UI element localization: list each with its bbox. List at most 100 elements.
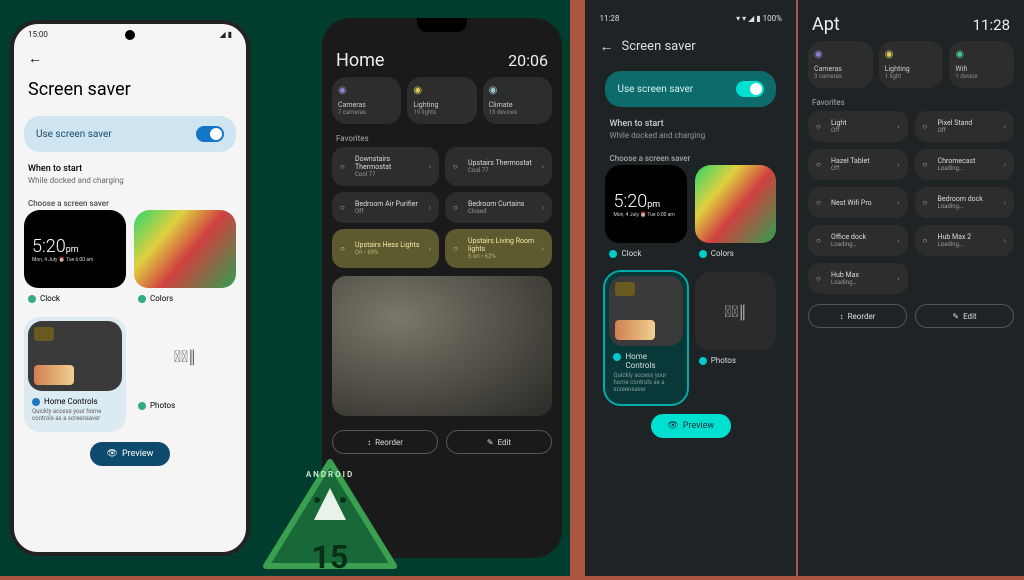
choose-label: Choose a screen saver bbox=[14, 193, 246, 210]
preview-button[interactable]: 👁Preview bbox=[90, 442, 170, 466]
chevron-right-icon: › bbox=[429, 244, 431, 253]
favorites-label: Favorites bbox=[808, 88, 1014, 111]
device-icon: ○ bbox=[923, 122, 933, 131]
device-icon: ○ bbox=[923, 160, 933, 169]
chevron-right-icon: › bbox=[1004, 198, 1006, 207]
device-tile[interactable]: ○Hub Max 2Loading…› bbox=[915, 225, 1014, 256]
tile-photos[interactable]: ▭⃞∥ Photos bbox=[695, 272, 776, 404]
category-icon: ◉ bbox=[814, 49, 867, 63]
reorder-button[interactable]: ↕Reorder bbox=[808, 304, 907, 328]
device-tile[interactable]: ○LightOff› bbox=[808, 111, 907, 142]
tile-clock[interactable]: 5:20pmMon, 4 July ⏰ Tue 6:00 am Clock bbox=[605, 165, 686, 264]
pencil-icon: ✎ bbox=[952, 312, 959, 321]
device-icon: ○ bbox=[453, 244, 463, 253]
chevron-right-icon: › bbox=[897, 160, 899, 169]
reorder-icon: ↕ bbox=[367, 438, 371, 447]
device-icon: ○ bbox=[340, 162, 350, 171]
device-tile[interactable]: ○Pixel StandOff› bbox=[915, 111, 1014, 142]
chevron-right-icon: › bbox=[542, 203, 544, 212]
chevron-right-icon: › bbox=[429, 162, 431, 171]
chevron-right-icon: › bbox=[897, 122, 899, 131]
preview-button[interactable]: 👁Preview bbox=[651, 414, 731, 438]
device-icon: ○ bbox=[340, 244, 350, 253]
pencil-icon: ✎ bbox=[487, 438, 494, 447]
chevron-right-icon: › bbox=[542, 162, 544, 171]
tile-home-controls[interactable]: Home Controls Quickly access your home c… bbox=[24, 317, 126, 432]
notch bbox=[417, 18, 467, 32]
device-icon: ○ bbox=[816, 160, 826, 169]
device-tile[interactable]: ○ChromecastLoading…› bbox=[915, 149, 1014, 180]
device-tile[interactable]: ○Upstairs ThermostatCool 77› bbox=[445, 147, 552, 186]
device-icon: ○ bbox=[816, 198, 826, 207]
use-screensaver-toggle[interactable]: Use screen saver bbox=[24, 116, 236, 152]
toggle-switch-icon[interactable] bbox=[736, 81, 764, 97]
chevron-right-icon: › bbox=[1004, 236, 1006, 245]
category-icon: ◉ bbox=[489, 85, 546, 99]
tile-clock[interactable]: 5:20pm Mon, 4 July ⏰ Tue 6:00 am Clock bbox=[24, 210, 126, 309]
edit-button[interactable]: ✎Edit bbox=[915, 304, 1014, 328]
device-tile[interactable]: ○Bedroom dockLoading…› bbox=[915, 187, 1014, 218]
chevron-right-icon: › bbox=[897, 236, 899, 245]
device-tile[interactable]: ○Hazel TabletOff› bbox=[808, 149, 907, 180]
category-tile[interactable]: ◉Climate13 devices bbox=[483, 77, 552, 124]
category-tile[interactable]: ◉Lighting1 light bbox=[879, 41, 944, 88]
back-icon[interactable]: ← bbox=[28, 50, 42, 67]
badge-brand: ANDROID bbox=[260, 470, 400, 479]
edit-button[interactable]: ✎Edit bbox=[446, 430, 552, 454]
category-tile[interactable]: ◉Cameras3 cameras bbox=[808, 41, 873, 88]
device-icon: ○ bbox=[816, 122, 826, 131]
device-grid: ○Downstairs ThermostatCool 77›○Upstairs … bbox=[322, 147, 562, 268]
page-title: Screen saver bbox=[14, 73, 246, 110]
tile-home-controls[interactable]: Home Controls Quickly access your home c… bbox=[605, 272, 686, 404]
device-tile[interactable]: ○Office dockLoading…› bbox=[808, 225, 907, 256]
device-icon: ○ bbox=[923, 236, 933, 245]
category-tile[interactable]: ◉Cameras7 cameras bbox=[332, 77, 401, 124]
reorder-icon: ↕ bbox=[840, 312, 844, 321]
status-indicators: ◢ ▮ bbox=[219, 30, 232, 39]
chevron-right-icon: › bbox=[1004, 160, 1006, 169]
device-icon: ○ bbox=[923, 198, 933, 207]
home-title: Home bbox=[336, 50, 384, 71]
back-icon[interactable]: ← bbox=[599, 38, 613, 55]
category-icon: ◉ bbox=[885, 49, 938, 63]
chevron-right-icon: › bbox=[897, 274, 899, 283]
device-tile[interactable]: ○Bedroom Air PurifierOff› bbox=[332, 192, 439, 223]
device-tile[interactable]: ○Hub MaxLoading…› bbox=[808, 263, 907, 294]
use-screensaver-toggle[interactable]: Use screen saver bbox=[605, 71, 776, 107]
choose-label: Choose a screen saver bbox=[595, 148, 786, 165]
tile-photos[interactable]: ▭⃞∥ Photos bbox=[134, 317, 236, 432]
chevron-right-icon: › bbox=[1004, 122, 1006, 131]
toggle-switch-icon[interactable] bbox=[196, 126, 224, 142]
status-time: 15:00 bbox=[28, 30, 48, 39]
category-icon: ◉ bbox=[338, 85, 395, 99]
eye-icon: 👁 bbox=[667, 421, 678, 431]
ambient-preview bbox=[332, 276, 552, 416]
chevron-right-icon: › bbox=[542, 244, 544, 253]
when-sub: While docked and charging bbox=[595, 131, 786, 148]
category-icon: ◉ bbox=[955, 49, 1008, 63]
header: ← bbox=[14, 44, 246, 73]
device-tile[interactable]: ○Upstairs Hess LightsOn • 69%› bbox=[332, 229, 439, 268]
chevron-right-icon: › bbox=[897, 198, 899, 207]
camera-dot bbox=[125, 30, 135, 40]
device-tile[interactable]: ○Downstairs ThermostatCool 77› bbox=[332, 147, 439, 186]
android-15-badge: ANDROID 15 bbox=[260, 456, 400, 576]
photos-preview: ▭⃞∥ bbox=[134, 317, 236, 395]
tile-colors[interactable]: Colors bbox=[134, 210, 236, 309]
when-to-start-label: When to start bbox=[14, 158, 246, 176]
device-tile[interactable]: ○Bedroom CurtainsClosed› bbox=[445, 192, 552, 223]
tile-colors[interactable]: Colors bbox=[695, 165, 776, 264]
when-label: When to start bbox=[595, 113, 786, 131]
category-tile[interactable]: ◉Wifi1 device bbox=[949, 41, 1014, 88]
when-to-start-sub: While docked and charging bbox=[14, 176, 246, 193]
category-tile[interactable]: ◉Lighting19 lights bbox=[407, 77, 476, 124]
device-tile[interactable]: ○Upstairs Living Room lights5 on • 62%› bbox=[445, 229, 552, 268]
home-clock: 20:06 bbox=[508, 51, 548, 70]
phone-light-settings: 15:00 ◢ ▮ ← Screen saver Use screen save… bbox=[10, 20, 250, 556]
device-tile[interactable]: ○Nest Wifi Pro› bbox=[808, 187, 907, 218]
column-apt-home: Apt 11:28 ◉Cameras3 cameras◉Lighting1 li… bbox=[798, 0, 1024, 576]
eye-icon: 👁 bbox=[107, 449, 118, 459]
reorder-button[interactable]: ↕Reorder bbox=[332, 430, 438, 454]
apt-title: Apt bbox=[812, 14, 840, 35]
device-icon: ○ bbox=[816, 236, 826, 245]
